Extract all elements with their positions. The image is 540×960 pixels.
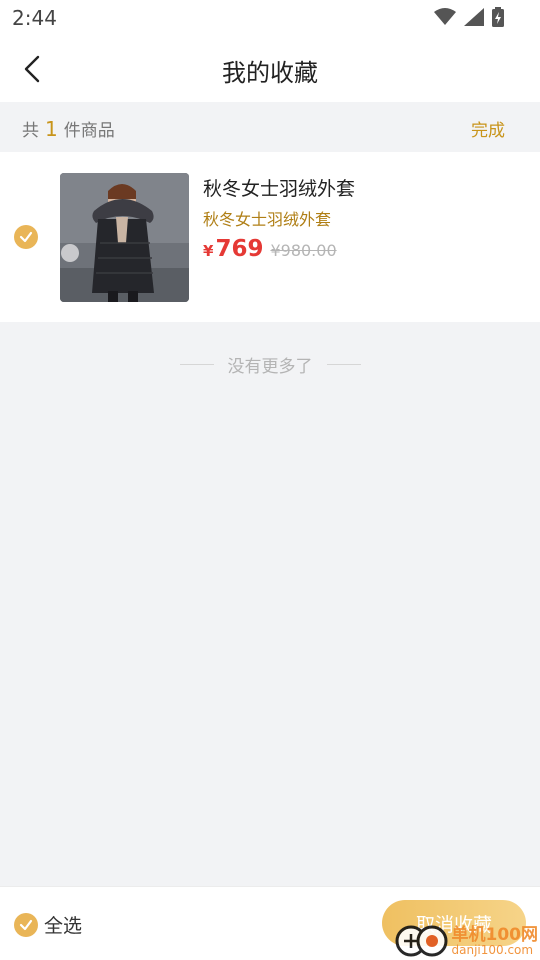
item-checkbox[interactable] [14, 225, 38, 249]
status-bar: 2:44 [0, 0, 540, 36]
summary-prefix: 共 [22, 121, 39, 141]
cellular-signal-icon [464, 8, 484, 26]
price-row: ¥ 769 ¥980.00 [203, 236, 337, 262]
watermark-line2: danji100.com [451, 942, 534, 957]
status-icons [434, 7, 504, 27]
product-subtitle: 秋冬女士羽绒外套 [203, 210, 332, 229]
checkmark-icon [19, 919, 33, 930]
watermark-logo-icon [395, 925, 447, 957]
done-button[interactable]: 完成 [471, 116, 505, 141]
product-name[interactable]: 秋冬女士羽绒外套 [203, 174, 355, 201]
currency-symbol: ¥ [203, 242, 214, 260]
list-end-indicator: 没有更多了 [0, 352, 540, 377]
item-count: 1 [45, 117, 58, 141]
product-image-graphic [60, 173, 189, 302]
wifi-icon [434, 8, 456, 25]
summary-suffix: 件商品 [63, 121, 115, 141]
select-all-toggle[interactable]: 全选 [14, 911, 82, 938]
divider-left [179, 364, 214, 365]
select-all-label: 全选 [44, 915, 83, 937]
page-title: 我的收藏 [222, 59, 318, 87]
nav-bar: 我的收藏 [0, 36, 540, 102]
watermark-line1: 单机100网 [451, 924, 539, 945]
divider-right [326, 364, 361, 365]
battery-charging-icon [492, 7, 504, 27]
select-all-checkbox[interactable] [14, 912, 38, 937]
checkmark-icon [19, 231, 33, 243]
favorite-item[interactable]: 秋冬女士羽绒外套 秋冬女士羽绒外套 ¥ 769 ¥980.00 [0, 152, 540, 322]
original-price: ¥980.00 [270, 241, 337, 260]
current-price: 769 [215, 236, 264, 262]
watermark-text: 单机100网 danji100.com [451, 924, 539, 957]
watermark: 单机100网 danji100.com [394, 924, 539, 958]
item-count-summary: 共 1 件商品 [22, 116, 115, 141]
status-time: 2:44 [12, 6, 57, 30]
summary-bar: 共 1 件商品 完成 [0, 102, 540, 152]
no-more-text: 没有更多了 [227, 357, 313, 377]
product-image[interactable] [60, 173, 189, 302]
